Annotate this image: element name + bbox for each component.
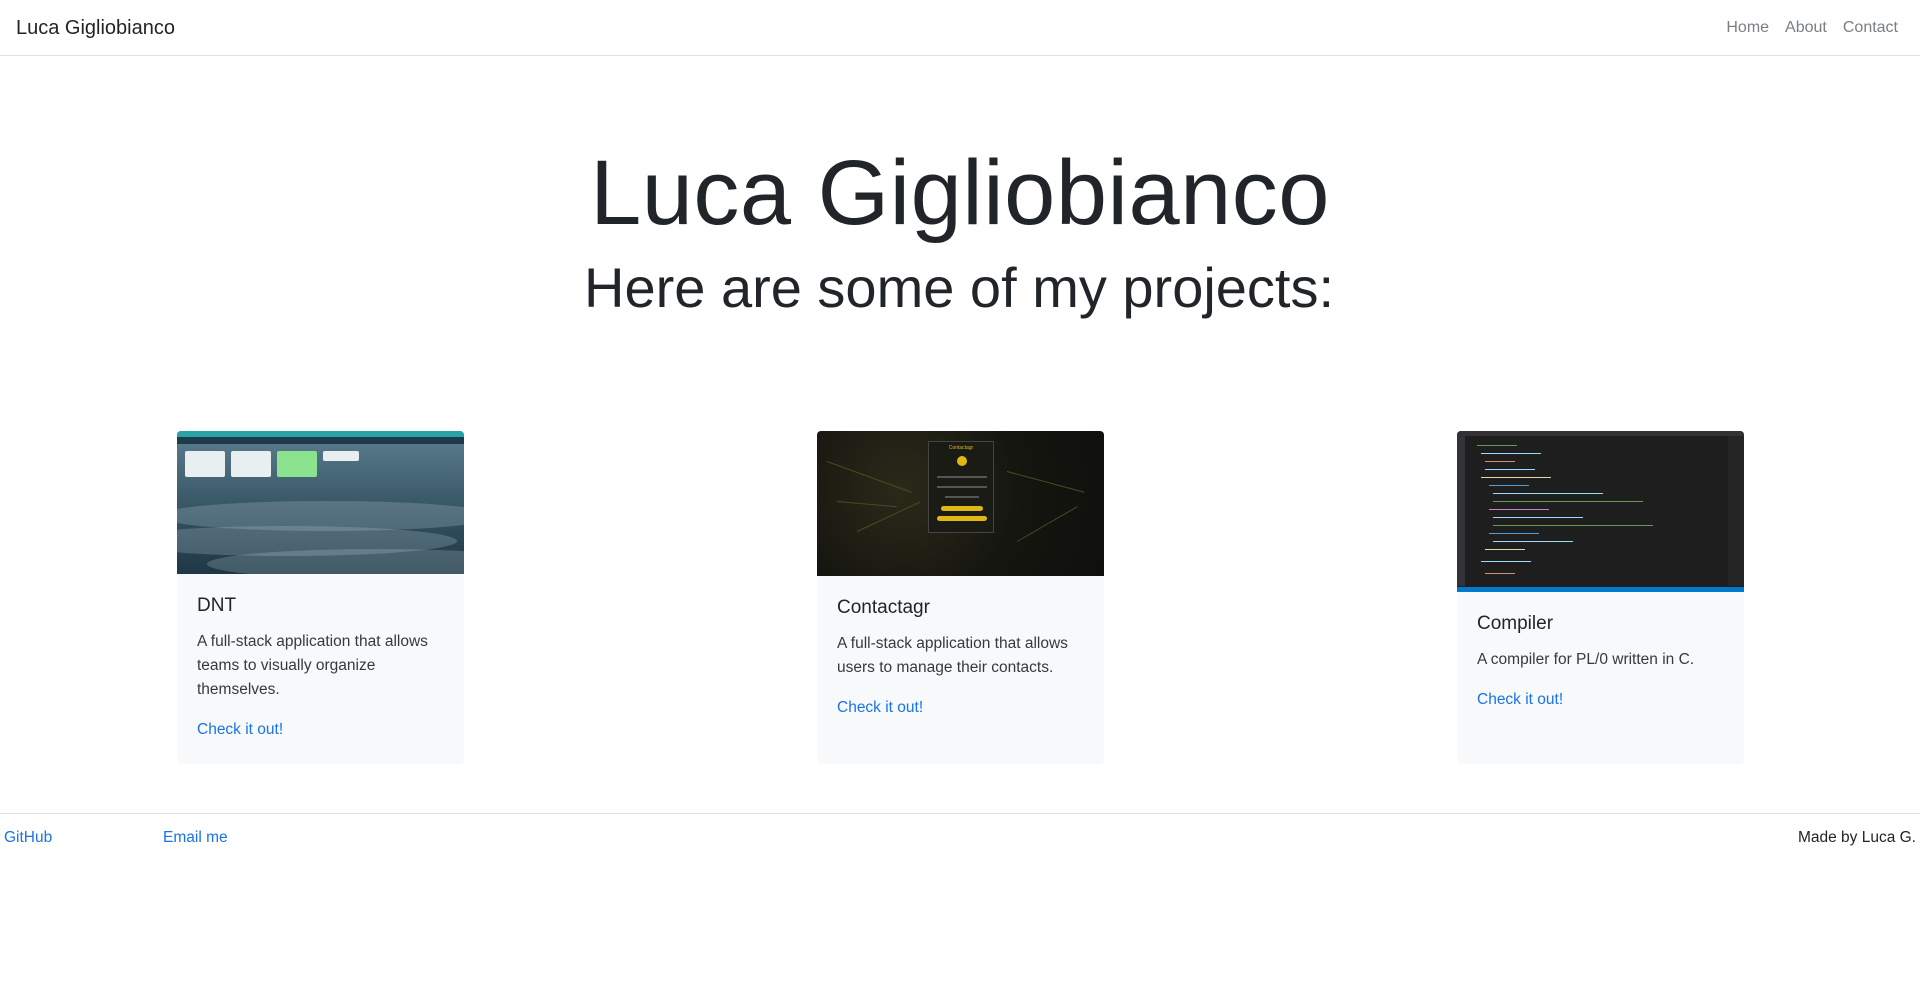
check-it-out-link[interactable]: Check it out! — [197, 721, 283, 738]
project-card-contactagr: Contactagr Contactagr A full-stack appli… — [817, 431, 1104, 764]
card-description: A full-stack application that allows tea… — [197, 633, 428, 698]
navbar: Luca Gigliobianco Home About Contact — [0, 0, 1920, 56]
card-title: Compiler — [1477, 613, 1554, 634]
card-body: Compiler A compiler for PL/0 written in … — [1457, 592, 1744, 732]
footer: GitHub Email me Made by Luca G. — [0, 813, 1920, 853]
card-body: DNT A full-stack application that allows… — [177, 574, 464, 762]
project-card-dnt: DNT A full-stack application that allows… — [177, 431, 464, 764]
github-link[interactable]: GitHub — [4, 828, 52, 848]
card-description: A full-stack application that allows use… — [837, 635, 1068, 676]
nav-about-link[interactable]: About — [1785, 14, 1827, 42]
project-card-compiler: Compiler A compiler for PL/0 written in … — [1457, 431, 1744, 764]
email-link[interactable]: Email me — [163, 828, 228, 848]
compiler-screenshot-image — [1457, 431, 1744, 592]
nav-links: Home About Contact — [1726, 14, 1898, 42]
contactagr-login-panel: Contactagr — [928, 441, 994, 533]
check-it-out-link[interactable]: Check it out! — [1477, 691, 1563, 708]
hero-title: Luca Gigliobianco — [590, 142, 1330, 244]
check-it-out-link[interactable]: Check it out! — [837, 699, 923, 716]
card-description: A compiler for PL/0 written in C. — [1477, 651, 1695, 668]
card-title: Contactagr — [837, 597, 930, 618]
card-title: DNT — [197, 595, 237, 616]
contactagr-panel-title: Contactagr — [948, 445, 974, 451]
nav-contact-link[interactable]: Contact — [1843, 14, 1898, 42]
card-body: Contactagr A full-stack application that… — [817, 576, 1104, 740]
footer-credit: Made by Luca G. — [1797, 829, 1916, 846]
nav-home-link[interactable]: Home — [1726, 14, 1769, 42]
dnt-screenshot-image — [177, 431, 464, 574]
contactagr-screenshot-image: Contactagr — [817, 431, 1104, 576]
navbar-brand[interactable]: Luca Gigliobianco — [16, 14, 175, 42]
hero-subtitle: Here are some of my projects: — [584, 256, 1335, 319]
